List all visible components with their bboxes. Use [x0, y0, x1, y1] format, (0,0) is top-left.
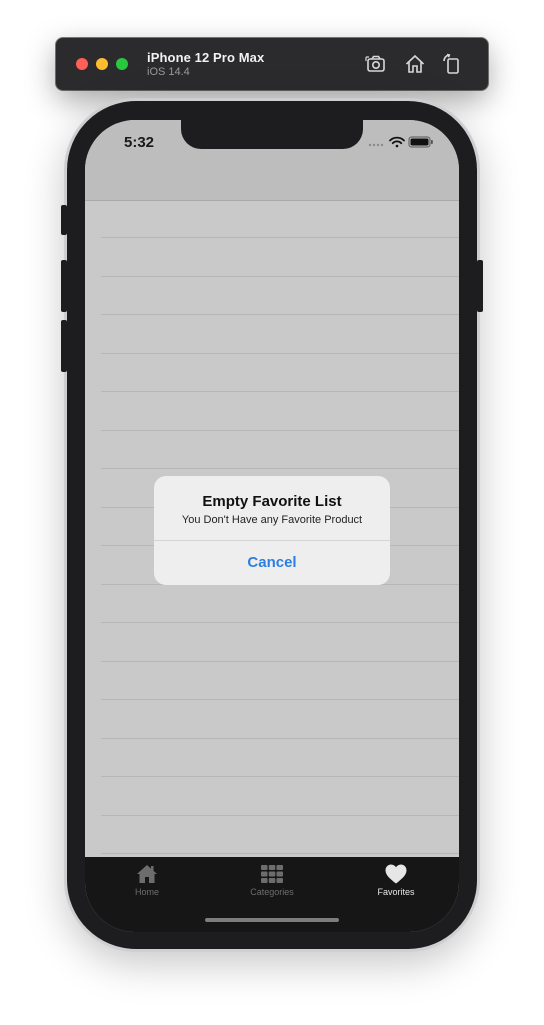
tab-home[interactable]: Home: [92, 863, 202, 903]
grid-icon: [261, 865, 283, 883]
volume-down-button: [61, 320, 67, 372]
list-separator: [101, 738, 459, 739]
heart-icon: [385, 864, 407, 884]
minimize-window-button[interactable]: [96, 58, 108, 70]
screenshot-icon[interactable]: [364, 52, 388, 76]
cancel-button[interactable]: Cancel: [154, 541, 390, 585]
list-separator: [101, 622, 459, 623]
simulator-title-bar: iPhone 12 Pro Max iOS 14.4: [56, 38, 488, 90]
battery-icon: [408, 136, 433, 148]
side-button: [477, 260, 483, 312]
status-time: 5:32: [124, 134, 155, 151]
alert-title: Empty Favorite List: [202, 493, 342, 510]
mute-switch: [61, 205, 67, 235]
house-icon: [137, 865, 157, 883]
tab-label: Home: [134, 887, 159, 897]
list-separator: [101, 276, 459, 277]
list-separator: [101, 353, 459, 354]
list-separator: [101, 661, 459, 662]
tab-label: Favorites: [377, 887, 415, 897]
home-icon[interactable]: [403, 52, 427, 76]
list-separator: [101, 314, 459, 315]
signal-dots-icon: [368, 143, 384, 147]
rotate-icon[interactable]: [440, 52, 464, 76]
list-separator: [101, 237, 459, 238]
phone-screen: 5:32 Empty Favorite List You Don't Have …: [85, 120, 459, 932]
tab-favorites[interactable]: Favorites: [341, 863, 451, 903]
volume-up-button: [61, 260, 67, 312]
list-separator: [101, 776, 459, 777]
status-icons: [368, 136, 433, 148]
tab-label: Categories: [250, 887, 294, 897]
list-separator: [101, 468, 459, 469]
notch: [181, 120, 363, 149]
empty-favorites-alert: Empty Favorite List You Don't Have any F…: [154, 476, 390, 585]
zoom-window-button[interactable]: [116, 58, 128, 70]
list-separator: [101, 430, 459, 431]
wifi-icon: [389, 136, 405, 148]
home-indicator[interactable]: [205, 918, 339, 922]
device-name: iPhone 12 Pro Max: [147, 50, 265, 65]
close-window-button[interactable]: [76, 58, 88, 70]
list-separator: [101, 699, 459, 700]
list-separator: [101, 815, 459, 816]
list-separator: [101, 391, 459, 392]
os-version: iOS 14.4: [147, 66, 190, 78]
list-separator: [101, 853, 459, 854]
alert-message: You Don't Have any Favorite Product: [181, 514, 363, 526]
tab-categories[interactable]: Categories: [217, 863, 327, 903]
